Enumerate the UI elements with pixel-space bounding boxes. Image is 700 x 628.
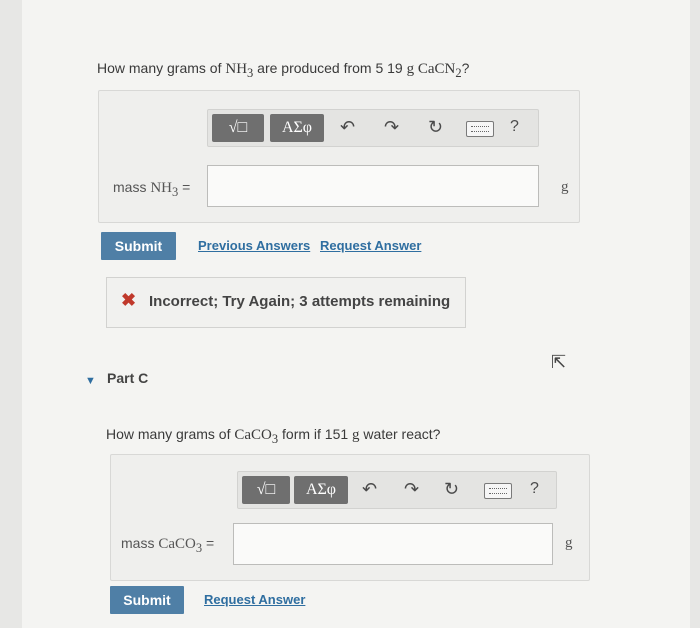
partb-request-answer-link[interactable]: Request Answer (320, 238, 421, 253)
templates-icon[interactable]: √□ (212, 114, 264, 142)
triangle-down-icon[interactable]: ▼ (85, 375, 96, 387)
partb-question: How many grams of NH3 are produced from … (97, 60, 469, 81)
partb-question-end: ? (461, 60, 470, 76)
help-icon[interactable]: ? (530, 478, 539, 500)
partc-submit-button[interactable]: Submit (110, 586, 184, 614)
x-mark-icon: ✖ (121, 290, 137, 310)
redo-icon[interactable]: ↷ (384, 116, 399, 138)
partb-question-text: How many grams of (97, 60, 226, 76)
part-c-title[interactable]: Part C (107, 370, 148, 386)
partb-answer-panel: √□ ΑΣφ ↶ ↷ ↻ ? mass NH3 = g (98, 90, 580, 223)
redo-icon[interactable]: ↷ (404, 478, 419, 500)
templates-icon[interactable]: √□ (242, 476, 290, 504)
reset-icon[interactable]: ↻ (428, 116, 443, 138)
partc-unit: g (565, 535, 573, 551)
reset-icon[interactable]: ↻ (444, 478, 459, 500)
partb-submit-button[interactable]: Submit (101, 232, 176, 260)
greek-symbols-icon[interactable]: ΑΣφ (270, 114, 324, 142)
undo-icon[interactable]: ↶ (340, 116, 355, 138)
mass-caco3-input[interactable] (233, 523, 553, 565)
keyboard-icon[interactable] (484, 483, 512, 499)
partb-math-toolbar: √□ ΑΣφ ↶ ↷ ↻ ? (207, 109, 539, 147)
feedback-box: ✖ Incorrect; Try Again; 3 attempts remai… (106, 277, 466, 328)
partc-request-answer-link[interactable]: Request Answer (204, 592, 305, 607)
partc-math-toolbar: √□ ΑΣφ ↶ ↷ ↻ ? (237, 471, 557, 509)
partc-question: How many grams of CaCO3 form if 151 g wa… (106, 426, 441, 446)
undo-icon[interactable]: ↶ (362, 478, 377, 500)
partc-answer-panel: √□ ΑΣφ ↶ ↷ ↻ ? mass CaCO3 = g (110, 454, 590, 581)
partb-question-unit: g (406, 61, 415, 77)
partb-unit: g (561, 179, 569, 195)
mouse-cursor-icon: ⇱ (551, 352, 567, 372)
partb-question-chem: NH3 (225, 61, 254, 80)
help-icon[interactable]: ? (510, 116, 519, 138)
greek-symbols-icon[interactable]: ΑΣφ (294, 476, 348, 504)
partb-question-mid: are produced from 5 19 (253, 60, 407, 76)
page: How many grams of NH3 are produced from … (22, 0, 690, 628)
partb-question-chem2: CaCN2 (414, 61, 462, 80)
feedback-text: Incorrect; Try Again; 3 attempts remaini… (149, 293, 451, 310)
keyboard-icon[interactable] (466, 121, 494, 137)
previous-answers-link[interactable]: Previous Answers (198, 238, 310, 253)
partb-input-label: mass NH3 = (113, 179, 191, 199)
partc-input-label: mass CaCO3 = (121, 535, 215, 555)
mass-nh3-input[interactable] (207, 165, 539, 207)
